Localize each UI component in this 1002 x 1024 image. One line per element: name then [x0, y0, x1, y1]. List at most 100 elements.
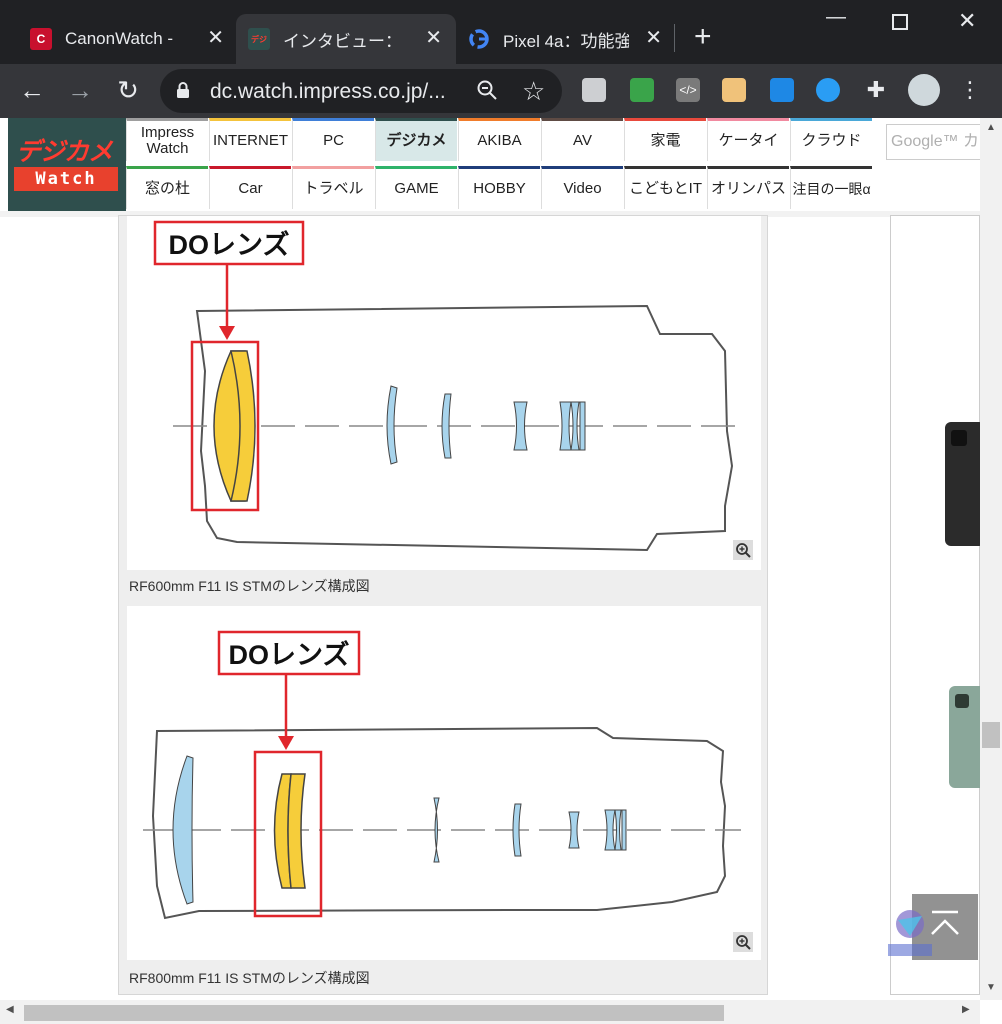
extension-search-icon[interactable]	[816, 78, 840, 102]
horizontal-scrollbar[interactable]: ◀ ▶	[0, 1000, 980, 1024]
tab-canonwatch[interactable]: C CanonWatch - ✕	[18, 14, 238, 64]
close-icon[interactable]: ✕	[645, 27, 662, 49]
figure-caption: RF600mm F11 IS STMのレンズ構成図	[129, 578, 370, 594]
tab-interview[interactable]: デジ インタビュー： ✕	[236, 14, 456, 64]
nav-label: HOBBY	[473, 180, 526, 197]
tab-title: インタビュー：	[283, 31, 402, 51]
nav-alpha[interactable]: 注目の一眼α	[790, 166, 872, 209]
profile-avatar[interactable]	[908, 74, 940, 106]
nav-av[interactable]: AV	[541, 118, 623, 161]
nav-label: ケータイ	[718, 132, 779, 149]
site-logo[interactable]: デジカメ Watch	[8, 118, 126, 211]
nav-label: デジカメ	[386, 132, 447, 149]
figure-caption: RF800mm F11 IS STMのレンズ構成図	[129, 970, 370, 986]
nav-label: Car	[238, 180, 263, 197]
nav-label: GAME	[394, 180, 439, 197]
new-tab-icon[interactable]: +	[694, 22, 712, 52]
do-lens-label: DOレンズ	[229, 639, 350, 670]
nav-hobby[interactable]: HOBBY	[458, 166, 540, 209]
browser-window: { "browser": { "tabs": [ {"title": "Cano…	[0, 0, 1002, 1024]
extension-share-icon[interactable]	[770, 78, 794, 102]
site-nav: Impress Watch INTERNET PC デジカメ AKIBA AV …	[126, 118, 874, 211]
logo-text: デジカメ	[16, 138, 113, 166]
window-close-icon[interactable]: ✕	[958, 8, 976, 34]
tab-title: Pixel 4a：功能強	[503, 31, 629, 51]
lock-icon	[177, 82, 189, 98]
nav-label: 注目の一眼α	[792, 181, 871, 197]
lens-diagram-image: DOレンズ	[143, 630, 741, 920]
nav-label: こどもとIT	[628, 180, 703, 197]
lens-diagram-rf800[interactable]: DOレンズ	[127, 606, 761, 960]
tab-strip: C CanonWatch - ✕ デジ インタビュー： ✕ Pixel 4a：功…	[0, 0, 1002, 64]
browser-toolbar: ← → ↻ dc.watch.impress.co.jp/... ☆ </> ✚…	[0, 64, 1002, 118]
sidebar-ad[interactable]	[890, 215, 989, 995]
nav-label: Video	[563, 180, 602, 197]
menu-kebab-icon[interactable]: ⋮	[952, 72, 988, 108]
reload-icon[interactable]: ↻	[110, 72, 146, 108]
minimize-icon[interactable]: —	[826, 6, 846, 29]
lens-diagram-image: DOレンズ	[153, 220, 737, 552]
scroll-up-icon[interactable]: ▲	[980, 122, 1002, 138]
nav-kaden[interactable]: 家電	[624, 118, 706, 161]
scroll-left-icon[interactable]: ◀	[6, 1004, 14, 1015]
nav-label: クラウド	[801, 132, 862, 149]
back-arrow-icon[interactable]: ←	[14, 72, 50, 108]
nav-pc[interactable]: PC	[292, 118, 374, 161]
scroll-right-icon[interactable]: ▶	[962, 1004, 970, 1015]
lens-diagram-rf600[interactable]: DOレンズ	[127, 216, 761, 570]
extension-notes-icon[interactable]	[582, 78, 606, 102]
nav-label: AV	[573, 132, 592, 149]
nav-cloud[interactable]: クラウド	[790, 118, 872, 161]
address-bar[interactable]: dc.watch.impress.co.jp/... ☆	[160, 69, 562, 113]
nav-travel[interactable]: トラベル	[292, 166, 374, 209]
web-page: デジカメ Watch Impress Watch INTERNET PC デジカ…	[0, 118, 1002, 1024]
nav-label: 家電	[650, 132, 681, 149]
watermark-logo	[888, 910, 932, 956]
nav-digicame[interactable]: デジカメ	[375, 118, 457, 161]
nav-label: トラベル	[303, 180, 364, 197]
tab-title: CanonWatch -	[65, 29, 174, 48]
nav-internet[interactable]: INTERNET	[209, 118, 291, 161]
logo-subtext: Watch	[14, 167, 118, 191]
nav-impress-watch[interactable]: Impress Watch	[126, 118, 208, 161]
nav-label: 窓の杜	[144, 180, 190, 197]
do-lens-label: DOレンズ	[169, 229, 290, 260]
extension-face-icon[interactable]	[722, 78, 746, 102]
nav-keitai[interactable]: ケータイ	[707, 118, 789, 161]
nav-video[interactable]: Video	[541, 166, 623, 209]
nav-label: Impress Watch	[140, 124, 195, 157]
scrollbar-thumb[interactable]	[982, 722, 1000, 748]
forward-arrow-icon[interactable]: →	[62, 72, 98, 108]
nav-kodomo-it[interactable]: こどもとIT	[624, 166, 706, 209]
scrollbar-thumb[interactable]	[24, 1005, 724, 1021]
nav-game[interactable]: GAME	[375, 166, 457, 209]
phone-black-image	[945, 422, 985, 546]
article-body: DOレンズ RF600mm F11 IS STMのレンズ構成図 DOレンズ RF…	[118, 215, 768, 995]
nav-label: INTERNET	[213, 132, 288, 149]
zoom-icon[interactable]	[476, 79, 498, 107]
extensions-puzzle-icon[interactable]: ✚	[864, 78, 888, 102]
canonwatch-icon: C	[30, 28, 52, 50]
nav-label: PC	[323, 132, 344, 149]
url-text: dc.watch.impress.co.jp/...	[210, 80, 446, 103]
nav-label: AKIBA	[477, 132, 522, 149]
extension-code-icon[interactable]: </>	[676, 78, 700, 102]
vertical-scrollbar[interactable]: ▲ ▼	[980, 118, 1002, 1000]
dcwatch-icon: デジ	[248, 28, 270, 50]
nav-akiba[interactable]: AKIBA	[458, 118, 540, 161]
tab-pixel4a[interactable]: Pixel 4a：功能強 ✕	[456, 14, 676, 64]
zoom-in-icon[interactable]	[733, 932, 753, 952]
extension-mail-icon[interactable]	[630, 78, 654, 102]
bookmark-star-icon[interactable]: ☆	[522, 76, 545, 107]
zoom-in-icon[interactable]	[733, 540, 753, 560]
maximize-icon[interactable]	[892, 14, 908, 30]
close-icon[interactable]: ✕	[425, 27, 442, 49]
nav-madonomori[interactable]: 窓の杜	[126, 166, 208, 209]
nav-label: オリンパス	[710, 180, 786, 197]
google-icon	[468, 28, 490, 50]
nav-car[interactable]: Car	[209, 166, 291, 209]
nav-olympus[interactable]: オリンパス	[707, 166, 789, 209]
tab-separator	[674, 24, 675, 52]
scroll-down-icon[interactable]: ▼	[980, 982, 1002, 998]
close-icon[interactable]: ✕	[207, 27, 224, 49]
